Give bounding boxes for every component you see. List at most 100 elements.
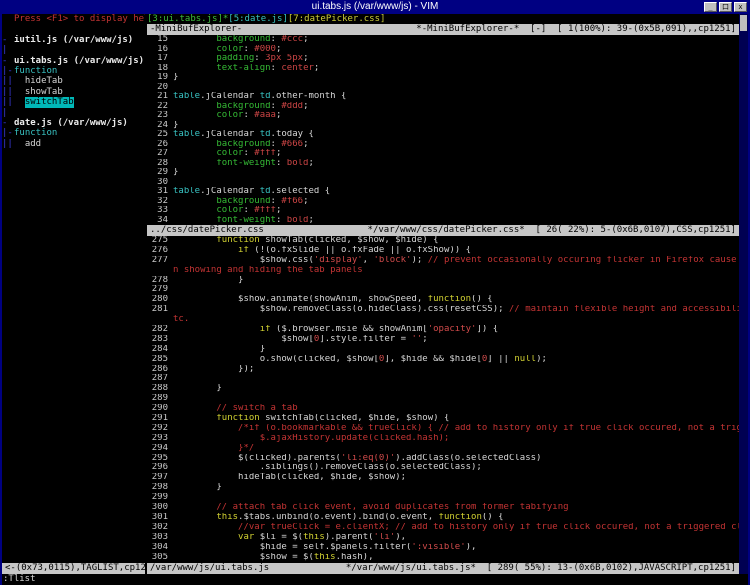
css-code-line[interactable]: 19} xyxy=(147,73,739,83)
buffer-tab[interactable]: [5:date.js] xyxy=(228,14,288,24)
css-code-line[interactable]: 26 background: #666; xyxy=(147,140,739,150)
taglist-text[interactable]: function xyxy=(14,128,57,138)
taglist-line[interactable]: |-function xyxy=(2,66,145,76)
taglist-line[interactable]: Press <F1> to display help text xyxy=(2,14,145,24)
taglist-line[interactable]: || showTab xyxy=(2,87,145,97)
js-code-line[interactable]: 297 hideTab(clicked, $hide, $show); xyxy=(147,473,739,483)
js-code-line[interactable]: 277 $show.css('display', 'block'); // pr… xyxy=(147,256,739,266)
js-code-line[interactable]: 289 xyxy=(147,394,739,404)
css-code-line[interactable]: 23 color: #aaa; xyxy=(147,111,739,121)
js-code-line[interactable]: 280 $show.animate(showAnim, showSpeed, f… xyxy=(147,295,739,305)
vertical-scrollbar[interactable] xyxy=(739,14,748,574)
fold-marker-icon[interactable] xyxy=(2,14,14,24)
taglist-line[interactable]: || switchTab xyxy=(2,97,145,107)
js-code-line[interactable]: 303 var $li = $(this).parent('li'), xyxy=(147,533,739,543)
css-code-line[interactable]: 16 color: #000; xyxy=(147,45,739,55)
js-code-line[interactable]: 287 xyxy=(147,374,739,384)
taglist-line[interactable] xyxy=(2,24,145,34)
minibufexplorer-pane[interactable]: [3:ui.tabs.js]*[5:date.js][7:datePicker.… xyxy=(147,14,739,24)
taglist-text[interactable]: add xyxy=(25,139,41,149)
js-code-line[interactable]: 285 o.show(clicked, $show[0], $hide && $… xyxy=(147,355,739,365)
css-code-line[interactable]: 20 xyxy=(147,83,739,93)
taglist-selected-tag[interactable]: switchTab xyxy=(25,97,74,107)
close-icon[interactable]: x xyxy=(734,2,747,12)
maximize-icon[interactable]: 口 xyxy=(719,2,732,12)
js-code-line[interactable]: 290 // switch a tab xyxy=(147,404,739,414)
fold-marker-icon[interactable]: |- xyxy=(2,128,14,138)
taglist-text[interactable]: iutil.js (/var/www/js) xyxy=(14,35,133,45)
js-code-line[interactable]: 288 } xyxy=(147,384,739,394)
taglist-line[interactable]: | xyxy=(2,45,145,55)
css-code-line[interactable]: 21table.jCalendar td.other-month { xyxy=(147,92,739,102)
fold-marker-icon[interactable]: - xyxy=(2,118,14,128)
js-editor-pane[interactable]: 275 function showTab(clicked, $show, $hi… xyxy=(147,236,739,563)
taglist-pane[interactable]: Press <F1> to display help text-iutil.js… xyxy=(2,14,145,563)
taglist-text[interactable]: hideTab xyxy=(25,76,63,86)
js-code-line[interactable]: 304 $hide = self.$panels.filter(':visibl… xyxy=(147,543,739,553)
js-code-line[interactable]: 275 function showTab(clicked, $show, $hi… xyxy=(147,236,739,246)
fold-marker-icon[interactable]: | xyxy=(2,108,14,118)
taglist-line[interactable]: | xyxy=(2,108,145,118)
fold-marker-icon[interactable]: || xyxy=(2,87,14,97)
js-code-line[interactable]: 296 .siblings().removeClass(o.selectedCl… xyxy=(147,463,739,473)
css-code-line[interactable]: 15 background: #ccc; xyxy=(147,35,739,45)
taglist-line[interactable]: || hideTab xyxy=(2,76,145,86)
fold-marker-icon[interactable]: || xyxy=(2,97,14,107)
taglist-line[interactable]: || add xyxy=(2,139,145,149)
taglist-text[interactable]: showTab xyxy=(25,87,63,97)
js-code-line[interactable]: 293 $.ajaxHistory.update(clicked.hash); xyxy=(147,434,739,444)
css-code-line[interactable]: 17 padding: 3px 5px; xyxy=(147,54,739,64)
fold-marker-icon[interactable]: || xyxy=(2,139,14,149)
css-code-line[interactable]: 33 color: #fff; xyxy=(147,206,739,216)
js-code-line[interactable]: 302 //var trueClick = e.clientX; // add … xyxy=(147,523,739,533)
taglist-text[interactable]: date.js (/var/www/js) xyxy=(14,118,128,128)
js-code-line[interactable]: 291 function switchTab(clicked, $hide, $… xyxy=(147,414,739,424)
taglist-text[interactable]: Press <F1> to display help text xyxy=(14,14,145,24)
css-code-line[interactable]: 22 background: #ddd; xyxy=(147,102,739,112)
js-code-line[interactable]: 301 this.$tabs.unbind(o.event).bind(o.ev… xyxy=(147,513,739,523)
minimize-icon[interactable]: _ xyxy=(704,2,717,12)
js-code-line[interactable]: 300 // attach tab click event, avoid dup… xyxy=(147,503,739,513)
taglist-text[interactable]: ui.tabs.js (/var/www/js) xyxy=(14,56,144,66)
js-code-line[interactable]: 279 xyxy=(147,285,739,295)
buffer-tab[interactable]: [3:ui.tabs.js]* xyxy=(147,14,228,24)
js-code-line[interactable]: 281 $show.removeClass(o.hideClass).css(r… xyxy=(147,305,739,315)
taglist-line[interactable]: -date.js (/var/www/js) xyxy=(2,118,145,128)
fold-marker-icon[interactable]: - xyxy=(2,56,14,66)
js-code-line[interactable]: n showing and hiding the tab panels xyxy=(147,266,739,276)
scrollbar-thumb[interactable] xyxy=(740,15,747,31)
taglist-line[interactable]: -iutil.js (/var/www/js) xyxy=(2,35,145,45)
css-code-line[interactable]: 18 text-align: center; xyxy=(147,64,739,74)
js-code-line[interactable]: 278 } xyxy=(147,276,739,286)
js-code-line[interactable]: 284 } xyxy=(147,345,739,355)
fold-marker-icon[interactable]: |- xyxy=(2,66,14,76)
css-code-line[interactable]: 31table.jCalendar td.selected { xyxy=(147,187,739,197)
fold-marker-icon[interactable]: | xyxy=(2,45,14,55)
js-code-line[interactable]: 294 }*/ xyxy=(147,444,739,454)
taglist-text[interactable]: function xyxy=(14,66,57,76)
js-code-line[interactable]: 282 if ($.browser.msie && showAnim['opac… xyxy=(147,325,739,335)
css-code-line[interactable]: 24} xyxy=(147,121,739,131)
js-code-line[interactable]: 295 $(clicked).parents('li:eq(0)').addCl… xyxy=(147,454,739,464)
css-code-line[interactable]: 25table.jCalendar td.today { xyxy=(147,130,739,140)
css-code-line[interactable]: 27 color: #fff; xyxy=(147,149,739,159)
js-code-line[interactable]: tc. xyxy=(147,315,739,325)
js-code-line[interactable]: 305 $show = $(this.hash), xyxy=(147,553,739,563)
js-code-line[interactable]: 283 $show[0].style.filter = ''; xyxy=(147,335,739,345)
css-code-line[interactable]: 34 font-weight: bold; xyxy=(147,216,739,226)
css-code-line[interactable]: 28 font-weight: bold; xyxy=(147,159,739,169)
css-code-line[interactable]: 29} xyxy=(147,168,739,178)
fold-marker-icon[interactable] xyxy=(2,24,14,34)
css-code-line[interactable]: 32 background: #f66; xyxy=(147,197,739,207)
js-code-line[interactable]: 292 /*if (o.bookmarkable && trueClick) {… xyxy=(147,424,739,434)
command-line[interactable]: :Tlist xyxy=(2,574,748,585)
css-editor-pane[interactable]: 15 background: #ccc;16 color: #000;17 pa… xyxy=(147,35,739,225)
fold-marker-icon[interactable]: || xyxy=(2,76,14,86)
js-code-line[interactable]: 299 xyxy=(147,493,739,503)
js-code-line[interactable]: 298 } xyxy=(147,483,739,493)
js-code-line[interactable]: 276 if (!(o.fxSlide || o.fxFade || o.fxS… xyxy=(147,246,739,256)
taglist-line[interactable]: -ui.tabs.js (/var/www/js) xyxy=(2,56,145,66)
fold-marker-icon[interactable]: - xyxy=(2,35,14,45)
css-code-line[interactable]: 30 xyxy=(147,178,739,188)
buffer-tab[interactable]: [7:datePicker.css] xyxy=(288,14,386,24)
